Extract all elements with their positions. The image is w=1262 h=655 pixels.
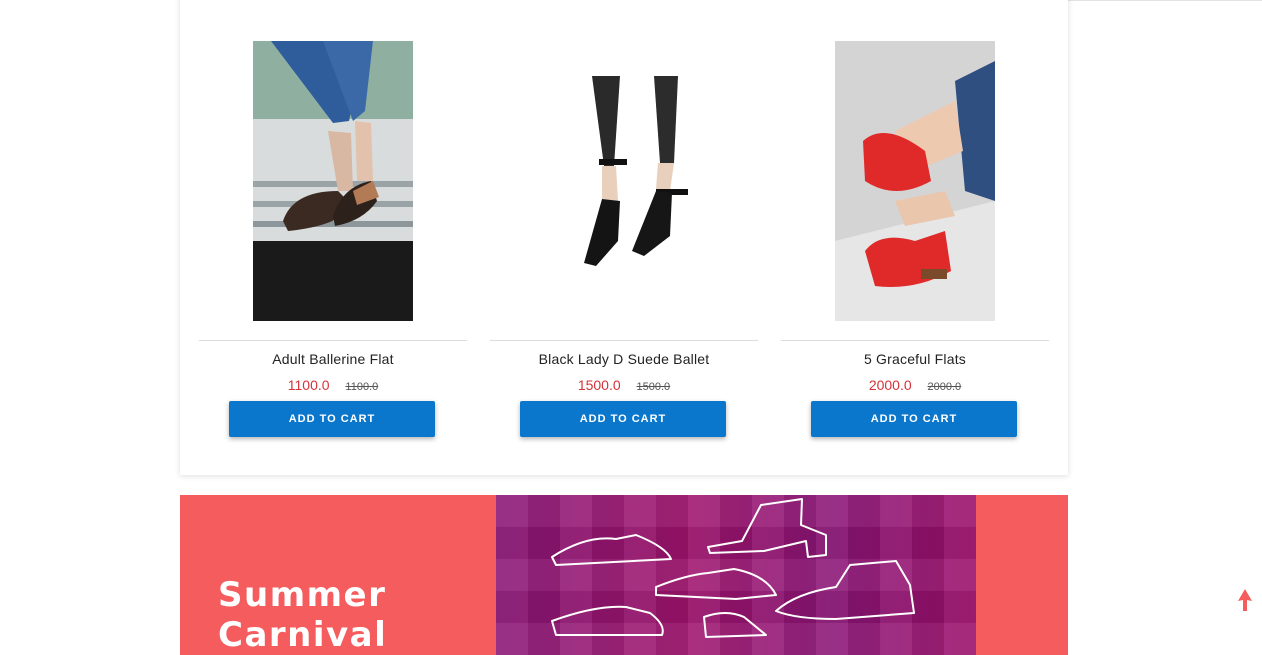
summer-carnival-banner[interactable]: Summer Carnival	[180, 495, 1068, 655]
banner-title: Summer Carnival	[218, 575, 387, 655]
arrow-up-icon[interactable]	[1236, 588, 1254, 612]
shoes-illustration	[496, 495, 976, 655]
add-to-cart-button[interactable]: ADD TO CART	[520, 401, 726, 437]
product-card: 5 Graceful Flats 2000.0 2000.0 ADD TO CA…	[781, 41, 1049, 441]
product-image[interactable]	[544, 41, 704, 321]
product-prices: 1500.0 1500.0	[490, 377, 758, 393]
product-price: 1100.0	[287, 377, 330, 393]
product-card: Black Lady D Suede Ballet 1500.0 1500.0 …	[490, 41, 758, 441]
divider	[781, 340, 1049, 341]
product-price: 2000.0	[868, 377, 912, 393]
product-prices: 1100.0 1100.0	[199, 377, 467, 393]
product-image[interactable]	[835, 41, 995, 321]
product-old-price: 1500.0	[636, 381, 671, 393]
product-image[interactable]	[253, 41, 413, 321]
product-grid: Adult Ballerine Flat 1100.0 1100.0 ADD T…	[180, 0, 1068, 475]
product-price: 1500.0	[577, 377, 621, 393]
banner-title-line: Summer	[218, 575, 387, 615]
product-name[interactable]: Adult Ballerine Flat	[199, 351, 467, 367]
banner-title-line: Carnival	[218, 615, 388, 655]
product-card: Adult Ballerine Flat 1100.0 1100.0 ADD T…	[199, 41, 467, 441]
product-name[interactable]: Black Lady D Suede Ballet	[490, 351, 758, 367]
divider	[199, 340, 467, 341]
product-name[interactable]: 5 Graceful Flats	[781, 351, 1049, 367]
add-to-cart-button[interactable]: ADD TO CART	[229, 401, 435, 437]
header-border	[1068, 0, 1262, 1]
divider	[490, 340, 758, 341]
product-old-price: 2000.0	[927, 381, 962, 393]
product-old-price: 1100.0	[345, 381, 379, 393]
add-to-cart-button[interactable]: ADD TO CART	[811, 401, 1017, 437]
product-prices: 2000.0 2000.0	[781, 377, 1049, 393]
